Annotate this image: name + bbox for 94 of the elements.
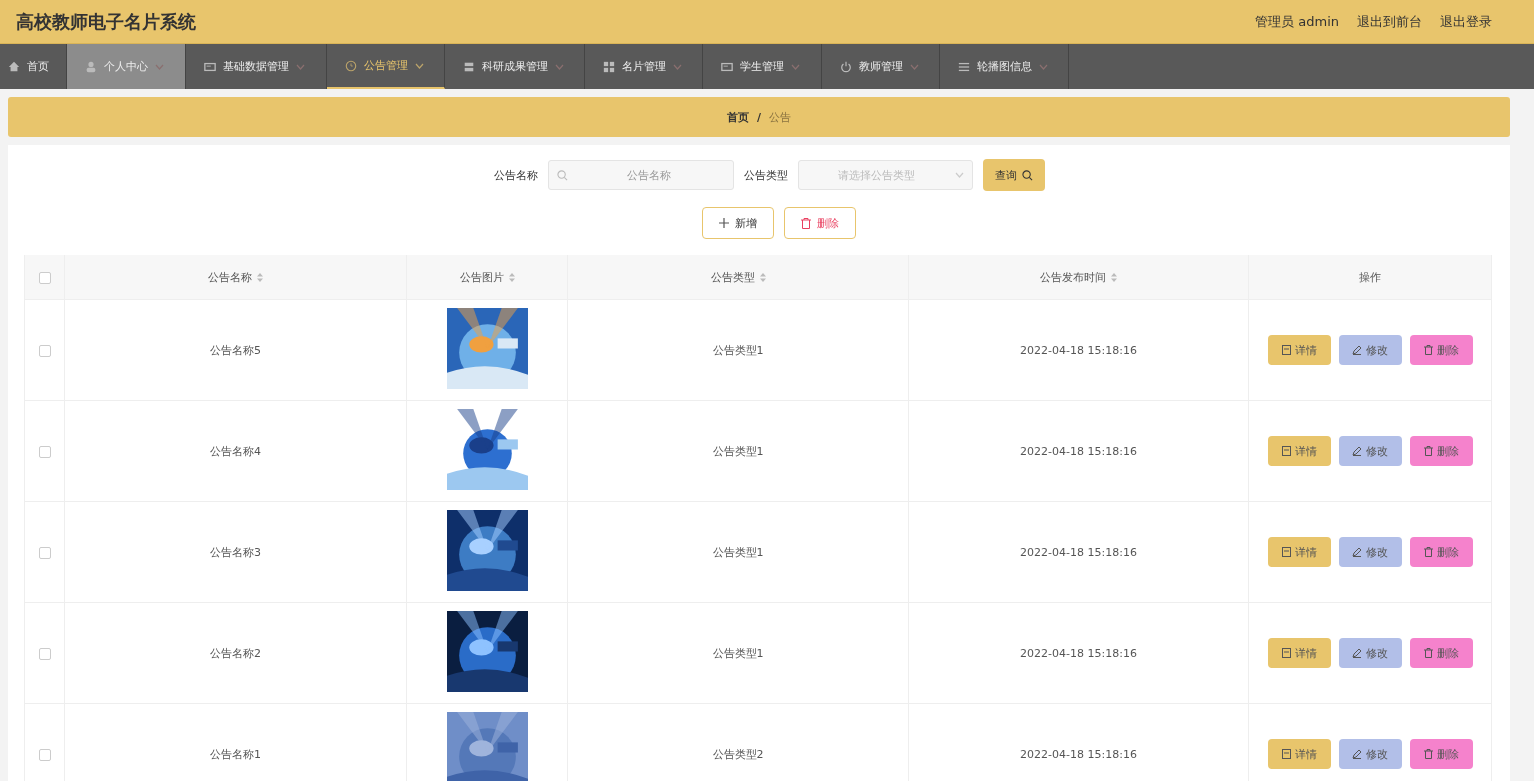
home-icon xyxy=(8,60,20,73)
trash-icon xyxy=(1423,345,1433,355)
header-link[interactable]: 退出登录 xyxy=(1440,12,1492,31)
edit-button[interactable]: 修改 xyxy=(1338,739,1402,769)
stack-icon xyxy=(463,60,475,73)
sort-icon xyxy=(1111,273,1117,282)
column-header: 公告发布时间 xyxy=(1040,270,1106,284)
checkbox[interactable] xyxy=(38,546,51,559)
pen-icon xyxy=(1352,547,1362,557)
table-cell: 2022-04-18 15:18:16 xyxy=(1020,444,1137,458)
nav-tab[interactable]: 公告管理 xyxy=(327,44,445,89)
delete-button[interactable]: 删除 xyxy=(1409,537,1473,567)
user-icon xyxy=(85,60,97,73)
detail-button[interactable]: 详情 xyxy=(1267,335,1331,365)
delete-button[interactable]: 删除 xyxy=(1409,335,1473,365)
detail-button[interactable]: 详情 xyxy=(1267,638,1331,668)
table-cell: 公告类型1 xyxy=(712,646,764,660)
table-cell: 公告名称4 xyxy=(210,444,261,458)
trash-icon xyxy=(1423,446,1433,456)
delete-button[interactable]: 删除 xyxy=(1409,739,1473,769)
checkbox[interactable] xyxy=(38,748,51,761)
header-link[interactable]: 退出到前台 xyxy=(1357,12,1422,31)
sort-icon xyxy=(508,273,515,282)
delete-button[interactable]: 删除 xyxy=(1409,436,1473,466)
table-cell: 公告类型1 xyxy=(712,444,764,458)
nav-tab[interactable]: 科研成果管理 xyxy=(445,44,585,89)
column-header: 公告名称 xyxy=(208,270,252,284)
table-cell: 公告类型1 xyxy=(712,545,764,559)
nav-tab[interactable]: 学生管理 xyxy=(703,44,822,89)
sort-icon xyxy=(257,273,263,282)
breadcrumb-separator: / xyxy=(757,110,761,124)
plus-icon xyxy=(719,218,729,228)
table-cell: 2022-04-18 15:18:16 xyxy=(1020,747,1137,761)
pen-icon xyxy=(1352,446,1362,456)
document-icon xyxy=(1281,446,1291,456)
detail-button[interactable]: 详情 xyxy=(1267,739,1331,769)
table-cell: 公告名称2 xyxy=(210,646,261,660)
document-icon xyxy=(1281,749,1291,759)
pen-icon xyxy=(1352,648,1362,658)
table-cell: 公告名称3 xyxy=(210,545,261,559)
nav-tab[interactable]: 名片管理 xyxy=(585,44,703,89)
nav-tab[interactable]: 基础数据管理 xyxy=(186,44,327,89)
edit-button[interactable]: 修改 xyxy=(1338,537,1402,567)
nav-tab[interactable]: 教师管理 xyxy=(822,44,940,89)
app-title: 高校教师电子名片系统 xyxy=(16,9,196,34)
trash-icon xyxy=(801,217,811,229)
checkbox[interactable] xyxy=(38,647,51,660)
nav-tab[interactable]: 个人中心 xyxy=(67,44,186,89)
query-button[interactable]: 查询 xyxy=(982,159,1045,191)
checkbox[interactable] xyxy=(38,344,51,357)
table-cell: 公告名称1 xyxy=(210,747,261,761)
detail-button[interactable]: 详情 xyxy=(1267,436,1331,466)
trash-icon xyxy=(1423,547,1433,557)
table-cell: 公告名称5 xyxy=(210,343,261,357)
delete-button[interactable]: 删除 xyxy=(1409,638,1473,668)
search-field[interactable]: 公告名称 xyxy=(547,160,734,190)
checkbox[interactable] xyxy=(38,445,51,458)
document-icon xyxy=(1281,648,1291,658)
search-icon xyxy=(1021,169,1033,181)
clock-icon xyxy=(345,59,357,72)
edit-button[interactable]: 修改 xyxy=(1338,436,1402,466)
edit-button[interactable]: 修改 xyxy=(1338,638,1402,668)
nav-tab[interactable]: 轮播图信息 xyxy=(940,44,1069,89)
detail-button[interactable]: 详情 xyxy=(1267,537,1331,567)
column-header: 操作 xyxy=(1359,270,1381,284)
trash-icon xyxy=(1423,648,1433,658)
table-cell: 2022-04-18 15:18:16 xyxy=(1020,545,1137,559)
caret-icon xyxy=(954,172,964,178)
column-header: 公告图片 xyxy=(459,270,504,284)
pen-icon xyxy=(1352,345,1362,355)
list-icon xyxy=(958,60,970,73)
field-label: 公告类型 xyxy=(743,167,788,183)
card-icon xyxy=(204,60,216,73)
grid-icon xyxy=(603,60,615,73)
user-label: 管理员 admin xyxy=(1255,12,1339,31)
table-cell: 2022-04-18 15:18:16 xyxy=(1020,343,1137,357)
sort-icon xyxy=(759,273,766,282)
field-label: 公告名称 xyxy=(493,167,538,183)
column-header: 公告类型 xyxy=(710,270,755,284)
card-icon xyxy=(721,60,733,73)
trash-icon xyxy=(1423,749,1433,759)
table-cell: 2022-04-18 15:18:16 xyxy=(1020,646,1137,660)
breadcrumb-current: 公告 xyxy=(769,109,791,125)
edit-button[interactable]: 修改 xyxy=(1338,335,1402,365)
table-cell: 公告类型2 xyxy=(712,747,764,761)
pen-icon xyxy=(1352,749,1362,759)
power-icon xyxy=(840,60,852,73)
checkbox[interactable] xyxy=(38,271,51,284)
add-button[interactable]: 新增 xyxy=(702,207,774,239)
delete-button[interactable]: 删除 xyxy=(784,207,856,239)
breadcrumb-link[interactable]: 首页 xyxy=(727,109,749,125)
document-icon xyxy=(1281,345,1291,355)
document-icon xyxy=(1281,547,1291,557)
table-cell: 公告类型1 xyxy=(712,343,764,357)
